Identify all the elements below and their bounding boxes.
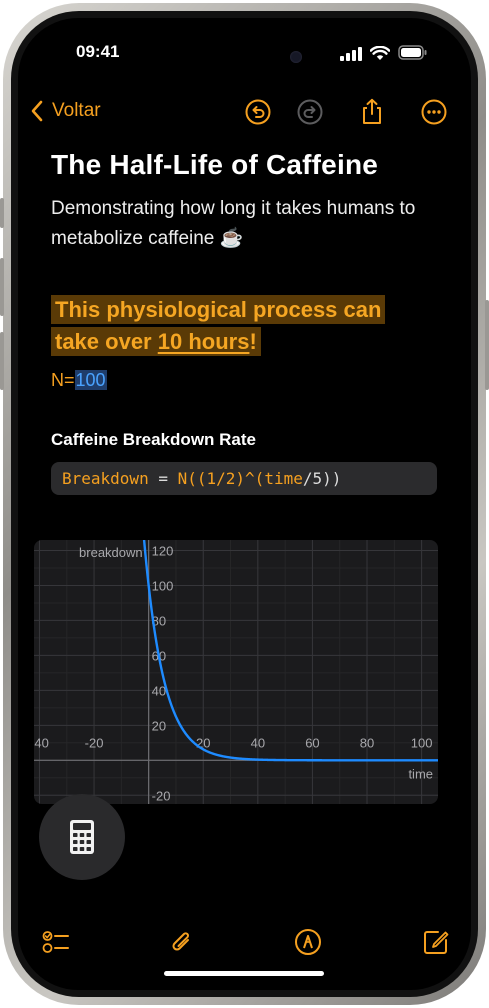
home-indicator[interactable] [164,971,324,976]
note-title[interactable]: The Half-Life of Caffeine [51,149,378,181]
volume-up-button [0,258,4,316]
x-tick-label: -20 [85,735,104,750]
y-axis-label: breakdown [79,545,143,560]
action-button [0,198,4,228]
formula-var: time [264,469,303,488]
formula-lhs: Breakdown [62,469,149,488]
volume-down-button [0,332,4,390]
highlighted-text[interactable]: This physiological process can take over… [51,294,431,358]
note-subtitle[interactable]: Demonstrating how long it takes humans t… [51,194,451,254]
x-tick-label: 100 [411,735,433,750]
more-icon[interactable] [420,98,448,126]
formula-rest: /5)) [302,469,342,488]
back-label: Voltar [52,100,101,121]
power-button [485,300,489,390]
cellular-signal-icon [340,47,362,61]
paperclip-icon[interactable] [168,928,196,956]
calculator-icon [70,820,94,854]
section-heading[interactable]: Caffeine Breakdown Rate [51,430,256,450]
graph-card[interactable]: -40-202040608010012010080604020-20breakd… [34,540,438,804]
hours-link[interactable]: 10 hours [158,329,250,354]
calculator-button[interactable] [39,794,125,880]
x-tick-label: 80 [360,735,374,750]
y-tick-label: 100 [152,578,174,593]
x-tick-label: -40 [34,735,49,750]
formula-fn: N((1/2)^( [177,469,265,488]
pen-markup-icon[interactable] [294,928,322,956]
back-chevron-icon [31,100,43,122]
status-time: 09:41 [76,42,120,61]
back-button[interactable]: Voltar [30,100,101,122]
front-camera [290,51,302,63]
y-tick-label: 40 [152,683,166,698]
y-tick-label: -20 [152,788,171,803]
breakdown-curve [142,540,438,762]
screen: 09:41 Voltar The Half-Life of Caffeine D… [18,18,471,990]
formula-op: = [148,469,178,488]
variable-name: N= [51,370,75,390]
checklist-icon[interactable] [42,928,70,956]
redo-icon[interactable] [296,98,324,126]
highlight-suffix: ! [249,329,257,354]
variable-value[interactable]: 100 [74,370,107,390]
chart-svg[interactable]: -40-202040608010012010080604020-20breakd… [34,540,438,804]
x-axis-label: time [408,766,433,781]
variable-line[interactable]: N=100 [51,370,107,391]
y-tick-label: 120 [152,543,174,558]
wifi-icon [370,46,390,60]
share-icon[interactable] [358,98,386,126]
y-tick-label: 20 [152,718,166,733]
battery-icon [398,45,427,60]
undo-icon[interactable] [244,98,272,126]
compose-icon[interactable] [422,928,450,956]
x-tick-label: 40 [251,735,265,750]
x-tick-label: 60 [305,735,319,750]
formula-block[interactable]: Breakdown = N((1/2)^(time/5)) [51,462,437,495]
